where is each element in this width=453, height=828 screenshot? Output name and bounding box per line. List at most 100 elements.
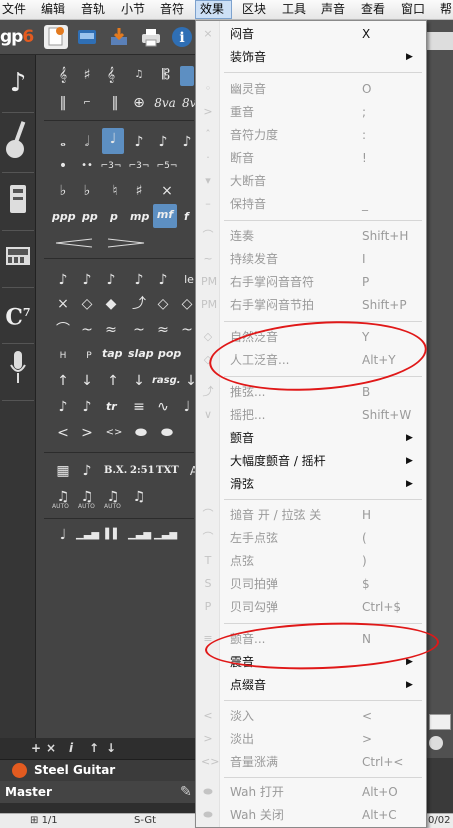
- pull-off-icon[interactable]: P: [78, 345, 100, 367]
- menu-item-accent[interactable]: > 重音;: [196, 101, 426, 123]
- menu-item-bass-slap[interactable]: S 贝司拍弹 $: [196, 573, 426, 595]
- microphone-icon[interactable]: [3, 345, 33, 393]
- menu-item-fade-out[interactable]: > 淡出 >: [196, 728, 426, 750]
- trill-icon[interactable]: ~: [128, 319, 150, 341]
- menu-item-fade-in[interactable]: < 淡入 <: [196, 705, 426, 727]
- menu-help[interactable]: 帮: [440, 0, 452, 19]
- menu-item-tenuto[interactable]: – 保持音 _: [196, 193, 426, 215]
- alternate-ending-icon[interactable]: ⌐: [76, 92, 98, 114]
- technique-pop[interactable]: pop: [158, 343, 181, 365]
- volume-automation-icon[interactable]: ▁▃▅: [76, 524, 99, 546]
- tuplet-icon[interactable]: ⌐3¬: [128, 155, 150, 177]
- double-sharp-icon[interactable]: ×: [156, 180, 178, 202]
- menu-item-palm-mute-note[interactable]: PM 右手掌闷音音符 P: [196, 271, 426, 293]
- tempo-icon[interactable]: ♩: [52, 524, 74, 546]
- menu-bar-measure[interactable]: 小节: [121, 0, 145, 19]
- accent-icon[interactable]: ♪: [128, 269, 150, 291]
- hammer-on-icon[interactable]: H: [52, 345, 74, 367]
- menu-item-volume-swell[interactable]: <> 音量涨满 Ctrl+<: [196, 751, 426, 773]
- menu-item-tap[interactable]: T 点弦): [196, 550, 426, 572]
- wah-close-icon[interactable]: ⬬: [156, 422, 178, 444]
- text-label[interactable]: TXT: [156, 460, 179, 482]
- amp-pedal-icon[interactable]: [3, 177, 33, 225]
- menu-item-bass-pop[interactable]: P 贝司勾弹 Ctrl+$: [196, 596, 426, 618]
- menu-item-wah-open[interactable]: ⬬ Wah 打开 Alt+O: [196, 781, 426, 803]
- tuplet-5-icon[interactable]: ⌐5¬: [156, 155, 178, 177]
- track-info-icon[interactable]: i: [69, 741, 73, 755]
- menu-item-staccato[interactable]: · 断音!: [196, 147, 426, 169]
- menu-file[interactable]: 文件: [2, 0, 26, 19]
- vibrato-icon[interactable]: ~: [76, 319, 98, 341]
- grace-note-on-beat-icon[interactable]: ♪: [76, 269, 98, 291]
- effect-automation-icon[interactable]: ▁▃▅: [154, 524, 177, 546]
- grace-note-icon[interactable]: ♪: [52, 269, 74, 291]
- open-file-icon[interactable]: [75, 25, 99, 49]
- sixteenth-note-icon[interactable]: ♪: [152, 131, 174, 153]
- slur-icon[interactable]: ⌒: [52, 319, 74, 341]
- dynamic-f[interactable]: f: [184, 206, 189, 228]
- menu-tools[interactable]: 工具: [282, 0, 306, 19]
- menu-item-palm-mute-beat[interactable]: PM 右手掌闷音节拍 Shift+P: [196, 294, 426, 316]
- menu-item-vibrato[interactable]: 颤音 ▶: [196, 427, 426, 449]
- dynamic-mf[interactable]: mf: [153, 204, 177, 228]
- ghost-note-icon[interactable]: ♪: [100, 269, 122, 291]
- menu-item-left-hand-tap[interactable]: ⌒ 左手点弦(: [196, 527, 426, 549]
- add-track-icon[interactable]: +: [31, 741, 41, 755]
- menu-item-ghost-note[interactable]: ◦ 幽灵音 O: [196, 78, 426, 100]
- pick-up-icon[interactable]: ↑: [52, 370, 74, 392]
- menu-item-ornament[interactable]: 点缀音 ▶: [196, 674, 426, 696]
- triplet-icon[interactable]: ⌐3¬: [100, 155, 122, 177]
- barline-icon[interactable]: ‖: [104, 92, 126, 114]
- ottava-8va[interactable]: 8va: [152, 92, 178, 114]
- swell-icon[interactable]: ∿: [152, 396, 174, 418]
- tremolo-picking-icon[interactable]: ≡: [128, 396, 150, 418]
- technique-slap[interactable]: slap: [128, 343, 154, 365]
- track-row[interactable]: Steel Guitar: [0, 759, 195, 781]
- fade-out-icon[interactable]: ♪: [76, 396, 98, 418]
- flat-icon[interactable]: ♭: [76, 180, 98, 202]
- quarter-note-icon[interactable]: ♩: [102, 128, 124, 154]
- harmonic-icon[interactable]: ◇: [76, 293, 98, 315]
- chord-icon[interactable]: C7: [3, 289, 33, 337]
- key-signature-icon[interactable]: ♯: [76, 64, 98, 86]
- print-icon[interactable]: [139, 25, 163, 49]
- menu-item-whammy-bar[interactable]: ∨ 摇把... Shift+W: [196, 404, 426, 426]
- volume-swell-icon[interactable]: <>: [100, 422, 128, 444]
- half-note-icon[interactable]: 𝅗𝅥: [76, 131, 98, 153]
- menu-track[interactable]: 音轨: [81, 0, 105, 19]
- menu-item-hammer-on-pull-off[interactable]: ⌒ 搥音 开 / 拉弦 关H: [196, 504, 426, 526]
- trill-label[interactable]: tr: [106, 396, 117, 418]
- wide-vibrato-icon[interactable]: ≈: [100, 319, 122, 341]
- menu-item-let-ring[interactable]: ~ 持续发音 I: [196, 248, 426, 270]
- note-panel-icon[interactable]: ♪: [3, 59, 33, 107]
- move-track-down-icon[interactable]: ↓: [106, 741, 116, 755]
- menu-sound[interactable]: 声音: [321, 0, 345, 19]
- menu-item-legato[interactable]: ⌒ 连奏 Shift+H: [196, 225, 426, 247]
- dead-note-icon[interactable]: ×: [52, 293, 74, 315]
- keyboard-icon[interactable]: [3, 235, 33, 283]
- dynamic-pp[interactable]: pp: [82, 206, 98, 228]
- fade-in-icon[interactable]: ♪: [52, 396, 74, 418]
- staccato-icon[interactable]: ♪: [152, 269, 174, 291]
- brush-up-icon[interactable]: ↑: [102, 370, 124, 392]
- sharp-icon[interactable]: ♯: [128, 180, 150, 202]
- barre-label[interactable]: B.X.: [104, 460, 127, 482]
- eighth-note-icon[interactable]: ♪: [128, 131, 150, 153]
- menu-note[interactable]: 音符: [160, 0, 184, 19]
- menu-item-staccatissimo[interactable]: ▾ 大断音: [196, 170, 426, 192]
- pencil-icon[interactable]: ✎: [180, 784, 192, 800]
- menu-section[interactable]: 区块: [242, 0, 266, 19]
- menu-item-wide-vibrato[interactable]: 大幅度颤音 / 摇杆 ▶: [196, 450, 426, 472]
- clef-icon[interactable]: 𝄡: [155, 64, 177, 86]
- triplet-feel-icon[interactable]: ♫: [128, 64, 150, 86]
- lyrics-icon[interactable]: ♪: [76, 460, 98, 482]
- menu-edit[interactable]: 编辑: [41, 0, 65, 19]
- wah-open-icon[interactable]: ⬬: [130, 422, 152, 444]
- zoom-box[interactable]: [429, 714, 451, 730]
- repeat-open-icon[interactable]: ‖: [52, 92, 74, 114]
- treble-clef-icon[interactable]: 𝄞: [52, 64, 74, 86]
- guitar-icon[interactable]: [3, 117, 33, 165]
- remove-track-icon[interactable]: ×: [46, 741, 56, 755]
- new-file-icon[interactable]: [44, 25, 68, 49]
- dynamic-mp[interactable]: mp: [130, 206, 149, 228]
